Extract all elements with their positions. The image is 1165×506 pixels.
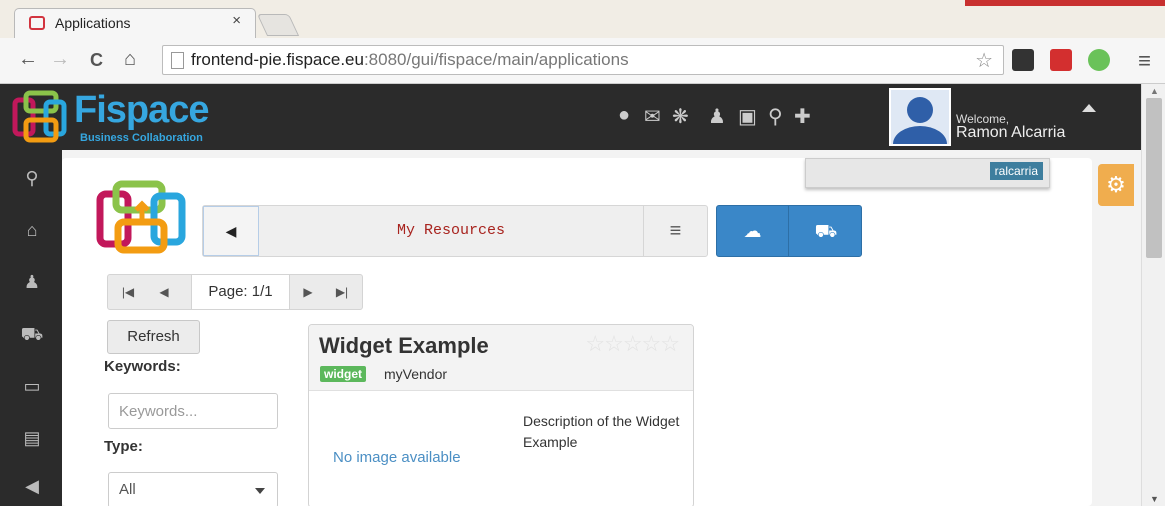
- cart-button[interactable]: ⛟: [790, 206, 862, 256]
- refresh-button[interactable]: Refresh: [107, 320, 200, 354]
- mail-icon[interactable]: ✉: [644, 104, 661, 129]
- forward-icon[interactable]: →: [50, 48, 70, 71]
- tab-close-icon[interactable]: ×: [232, 12, 241, 29]
- left-nav: ⚲ ⌂ ♟ ⛟ ▭ ▤ ◀: [0, 150, 62, 506]
- main-content: ralcarria ◀ My Resources ≡ ☁ ⛟ |◀ ◀ Page…: [62, 150, 1141, 506]
- resources-bar: ◀ My Resources ≡: [202, 205, 708, 257]
- next-page-icon[interactable]: ▶: [296, 275, 320, 309]
- first-page-icon[interactable]: |◀: [116, 275, 140, 309]
- resources-menu-icon[interactable]: ≡: [643, 206, 707, 256]
- prev-page-icon[interactable]: ◀: [152, 275, 176, 309]
- new-tab-button[interactable]: [256, 14, 300, 36]
- pagination: |◀ ◀ Page: 1/1 ▶ ▶|: [107, 274, 363, 310]
- keywords-label: Keywords:: [104, 358, 181, 375]
- chat-icon[interactable]: ❋: [672, 104, 689, 129]
- window-controls: [965, 0, 1165, 6]
- extension-puzzle-icon[interactable]: [1050, 49, 1072, 71]
- resource-card[interactable]: Widget Example ☆☆☆☆☆ widget myVendor No …: [308, 324, 694, 506]
- nav-list-icon[interactable]: ▤: [20, 428, 44, 449]
- browser-tab[interactable]: Applications ×: [14, 8, 256, 38]
- card-description: Description of the Widget Example: [523, 413, 680, 450]
- back-icon[interactable]: ←: [18, 48, 38, 71]
- card-title[interactable]: Widget Example: [319, 333, 489, 359]
- fispace-favicon-icon: [29, 16, 45, 30]
- scroll-up-icon[interactable]: ▲: [1150, 86, 1159, 96]
- type-select[interactable]: All: [108, 472, 278, 506]
- username-tag: ralcarria: [989, 162, 1043, 180]
- user-name: Ramon Alcarria: [956, 124, 1066, 141]
- puzzle-icon[interactable]: ✚: [794, 104, 811, 129]
- browser-tabstrip: Applications ×: [0, 0, 1165, 38]
- url-path: :8080/gui/fispace/main/applications: [363, 50, 629, 69]
- nav-user-icon[interactable]: ♟: [20, 272, 44, 293]
- type-badge: widget: [320, 366, 366, 382]
- tab-title: Applications: [55, 15, 131, 31]
- upload-cloud-button[interactable]: ☁: [717, 206, 789, 256]
- page-scrollbar[interactable]: ▲ ▼: [1141, 84, 1165, 506]
- user-silhouette-icon: [893, 97, 947, 144]
- type-label: Type:: [104, 438, 143, 455]
- globe-icon[interactable]: ●: [618, 104, 630, 127]
- bookmark-star-icon[interactable]: ☆: [975, 48, 993, 73]
- address-bar[interactable]: frontend-pie.fispace.eu:8080/gui/fispace…: [162, 45, 1004, 75]
- url-text: frontend-pie.fispace.eu:8080/gui/fispace…: [191, 50, 629, 70]
- users-icon[interactable]: ♟: [708, 104, 726, 129]
- fispace-logo-icon[interactable]: [12, 90, 68, 144]
- browser-toolbar: ← → C ⌂ frontend-pie.fispace.eu:8080/gui…: [0, 38, 1165, 84]
- content-panel: ralcarria ◀ My Resources ≡ ☁ ⛟ |◀ ◀ Page…: [62, 158, 1092, 506]
- logo-text: Fispace: [74, 89, 210, 131]
- nav-cart-icon[interactable]: ⛟: [20, 324, 44, 348]
- logo-subtitle: Business Collaboration: [80, 132, 203, 144]
- username-dropdown[interactable]: ralcarria: [805, 158, 1050, 188]
- resources-title: My Resources: [396, 222, 506, 239]
- extension-green-icon[interactable]: [1088, 49, 1110, 71]
- page-icon: [171, 52, 184, 69]
- avatar[interactable]: [889, 88, 951, 146]
- nav-search-icon[interactable]: ⚲: [20, 168, 44, 189]
- settings-gears-icon[interactable]: ⚙: [1098, 164, 1134, 206]
- browser-menu-icon[interactable]: ≡: [1138, 48, 1151, 74]
- briefcase-icon[interactable]: ▣: [738, 104, 757, 129]
- last-page-icon[interactable]: ▶|: [330, 275, 354, 309]
- page-indicator: Page: 1/1: [191, 275, 290, 309]
- caret-up-icon[interactable]: [1082, 104, 1096, 112]
- action-buttons: ☁ ⛟: [716, 205, 862, 257]
- vendor-name: myVendor: [384, 366, 448, 382]
- rating-stars[interactable]: ☆☆☆☆☆: [585, 331, 680, 357]
- home-icon[interactable]: ⌂: [124, 48, 136, 71]
- card-header: Widget Example ☆☆☆☆☆ widget myVendor: [309, 325, 693, 391]
- type-select-value: All: [119, 481, 136, 498]
- reload-icon[interactable]: C: [90, 50, 103, 71]
- scrollbar-thumb[interactable]: [1146, 98, 1162, 258]
- scroll-down-icon[interactable]: ▼: [1150, 494, 1159, 504]
- extension-reader-icon[interactable]: [1012, 49, 1034, 71]
- url-host: frontend-pie.fispace.eu: [191, 50, 364, 69]
- keywords-input[interactable]: [108, 393, 278, 429]
- resources-back-button[interactable]: ◀: [203, 206, 259, 256]
- nav-home-icon[interactable]: ⌂: [20, 220, 44, 241]
- fispace-large-logo-icon: [96, 180, 186, 254]
- chevron-down-icon: [255, 488, 265, 494]
- nav-inbox-icon[interactable]: ▭: [20, 376, 44, 397]
- search-icon[interactable]: ⚲: [768, 104, 783, 129]
- app-header: Fispace Business Collaboration ● ✉ ❋ ♟ ▣…: [0, 84, 1141, 150]
- nav-megaphone-icon[interactable]: ◀: [20, 476, 44, 497]
- no-image-placeholder: No image available: [333, 449, 461, 466]
